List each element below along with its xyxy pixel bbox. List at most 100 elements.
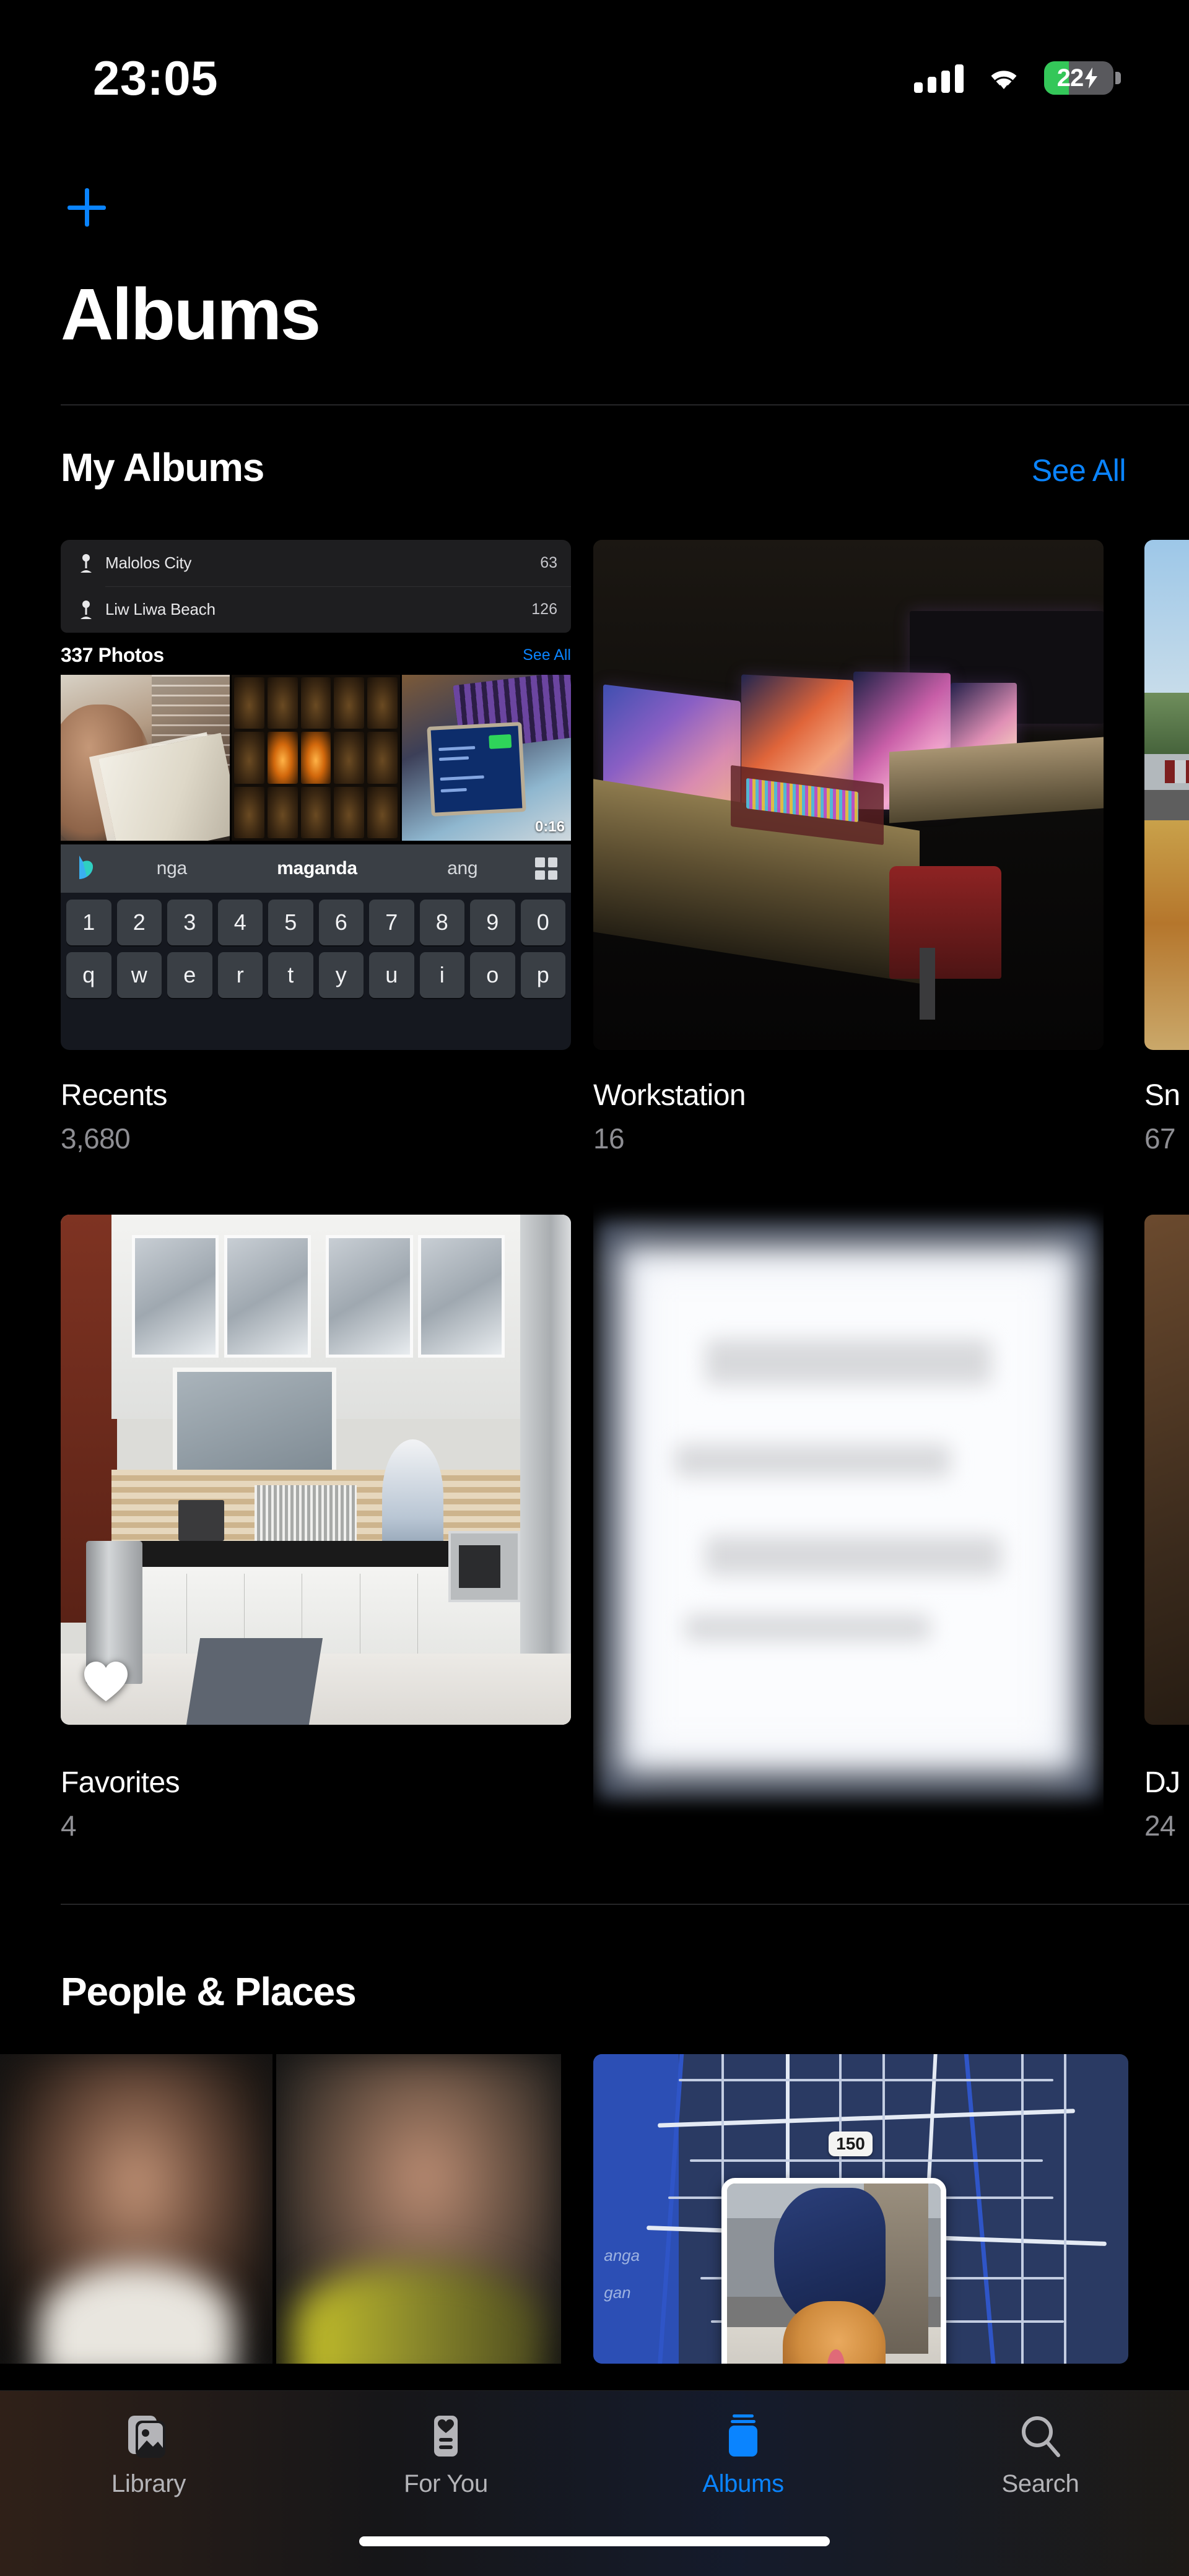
key: e [167, 952, 212, 998]
battery-icon: 22 [1044, 61, 1113, 95]
photos-see-all-link: See All [523, 646, 571, 664]
album-tile-recents[interactable]: Malolos City 63 Liw Liwa Beach 126 337 P… [61, 540, 571, 1050]
tab-label: Search [1001, 2470, 1079, 2497]
key: o [470, 952, 515, 998]
key: 8 [419, 900, 464, 945]
photo-tech-video: 0:16 [402, 675, 571, 841]
recents-thumbnail: Malolos City 63 Liw Liwa Beach 126 337 P… [61, 540, 571, 1050]
key: u [369, 952, 414, 998]
key: 1 [66, 900, 111, 945]
key: t [268, 952, 313, 998]
album-count-recents: 3,680 [61, 1122, 131, 1155]
keyboard-suggestion-active: maganda [277, 858, 357, 878]
tab-for-you[interactable]: For You [297, 2412, 594, 2498]
places-map-thumbnail: 150 anga gan [593, 2054, 1128, 2364]
cellular-signal-icon [914, 63, 964, 93]
place-name: Malolos City [105, 553, 192, 572]
album-tile-favorites[interactable] [61, 1215, 571, 1725]
key: 4 [217, 900, 263, 945]
blurred-person-thumbnail [276, 2054, 561, 2364]
keyboard-letter-row: q w e r t y u i o p [61, 945, 571, 998]
tab-library[interactable]: Library [0, 2412, 297, 2498]
album-tile-workstation[interactable] [593, 540, 1104, 1050]
keyboard-number-row: 1 2 3 4 5 6 7 8 9 0 [61, 893, 571, 945]
tab-search[interactable]: Search [892, 2412, 1189, 2498]
key: q [66, 952, 111, 998]
status-bar-time: 23:05 [93, 50, 218, 105]
key: 6 [318, 900, 364, 945]
album-tile-dj[interactable] [1144, 1215, 1189, 1725]
landscape-thumbnail [1144, 540, 1189, 1050]
key: 0 [520, 900, 565, 945]
wifi-icon [986, 64, 1022, 92]
blurred-document-thumbnail [593, 1195, 1104, 1851]
album-count-favorites: 4 [61, 1810, 77, 1842]
people-tile-1[interactable] [0, 2054, 272, 2364]
place-name: Liw Liwa Beach [105, 600, 216, 618]
favorite-heart-icon [84, 1662, 128, 1701]
album-name-snaps: Sn [1144, 1079, 1180, 1112]
location-pin-icon [78, 599, 94, 620]
keyboard-suggestion: nga [156, 858, 187, 878]
albums-book-icon [719, 2412, 767, 2460]
section-divider [61, 1904, 1189, 1905]
keyboard-suggestion-bar: nga maganda ang [61, 844, 571, 893]
tab-label: Albums [702, 2470, 784, 2497]
status-bar: 23:05 22 [0, 0, 1189, 130]
people-tile-2[interactable] [276, 2054, 561, 2364]
place-count: 63 [540, 554, 557, 571]
list-item: Liw Liwa Beach 126 [61, 586, 571, 633]
key: 3 [167, 900, 212, 945]
tab-albums[interactable]: Albums [594, 2412, 892, 2498]
home-indicator[interactable] [359, 2536, 830, 2546]
dj-thumbnail [1144, 1215, 1189, 1725]
kitchen-thumbnail [61, 1215, 571, 1725]
tab-label: For You [404, 2470, 488, 2497]
blurred-person-thumbnail [0, 2054, 272, 2364]
key: 7 [369, 900, 414, 945]
map-label: anga [604, 2246, 640, 2265]
thumbnail-keyboard: nga maganda ang 1 2 3 4 5 6 7 8 9 0 q w … [61, 844, 571, 1050]
charging-bolt-icon [1085, 67, 1098, 89]
photo-selfie [61, 675, 230, 841]
album-count-dj: 24 [1144, 1810, 1176, 1842]
places-map-tile[interactable]: 150 anga gan [593, 2054, 1128, 2364]
album-tile-untitled-document[interactable] [593, 1195, 1104, 1851]
album-count-snaps: 67 [1144, 1122, 1176, 1155]
page-title: Albums [61, 274, 321, 355]
album-name-favorites: Favorites [61, 1766, 180, 1799]
key: i [419, 952, 464, 998]
header-divider [61, 404, 1189, 405]
key: 2 [116, 900, 162, 945]
album-tile-snaps[interactable] [1144, 540, 1189, 1050]
people-places-section-header: People & Places [61, 1969, 1126, 2014]
key: r [217, 952, 263, 998]
map-photo-thumbnail [721, 2178, 947, 2364]
magnifier-icon [1016, 2412, 1065, 2460]
my-albums-section-header: My Albums See All [61, 445, 1126, 490]
key: p [520, 952, 565, 998]
swiftkey-logo-icon [74, 854, 99, 883]
keyboard-grid-icon [535, 857, 558, 880]
photos-app-screen: 23:05 22 Albums My Albums See All Malolo… [0, 0, 1189, 2576]
highway-shield-marker: 150 [829, 2131, 873, 2156]
album-name-workstation: Workstation [593, 1079, 746, 1112]
key: 9 [470, 900, 515, 945]
my-albums-see-all-link[interactable]: See All [1032, 453, 1126, 488]
key: y [318, 952, 364, 998]
heart-card-icon [422, 2412, 470, 2460]
photos-count-label: 337 Photos [61, 643, 164, 666]
workstation-thumbnail [593, 540, 1104, 1050]
map-label: gan [604, 2283, 631, 2302]
album-name-recents: Recents [61, 1079, 167, 1112]
key: 5 [268, 900, 313, 945]
my-albums-title: My Albums [61, 445, 264, 490]
tab-bar: Library For You Albums Search [0, 2390, 1189, 2576]
place-count: 126 [531, 601, 557, 618]
list-item: Malolos City 63 [61, 540, 571, 586]
location-pin-icon [78, 553, 94, 574]
add-album-button[interactable] [59, 180, 115, 235]
tab-label: Library [111, 2470, 186, 2497]
photo-candle-grid [231, 675, 401, 841]
thumbnail-photos-bar: 337 Photos See All [61, 640, 571, 670]
